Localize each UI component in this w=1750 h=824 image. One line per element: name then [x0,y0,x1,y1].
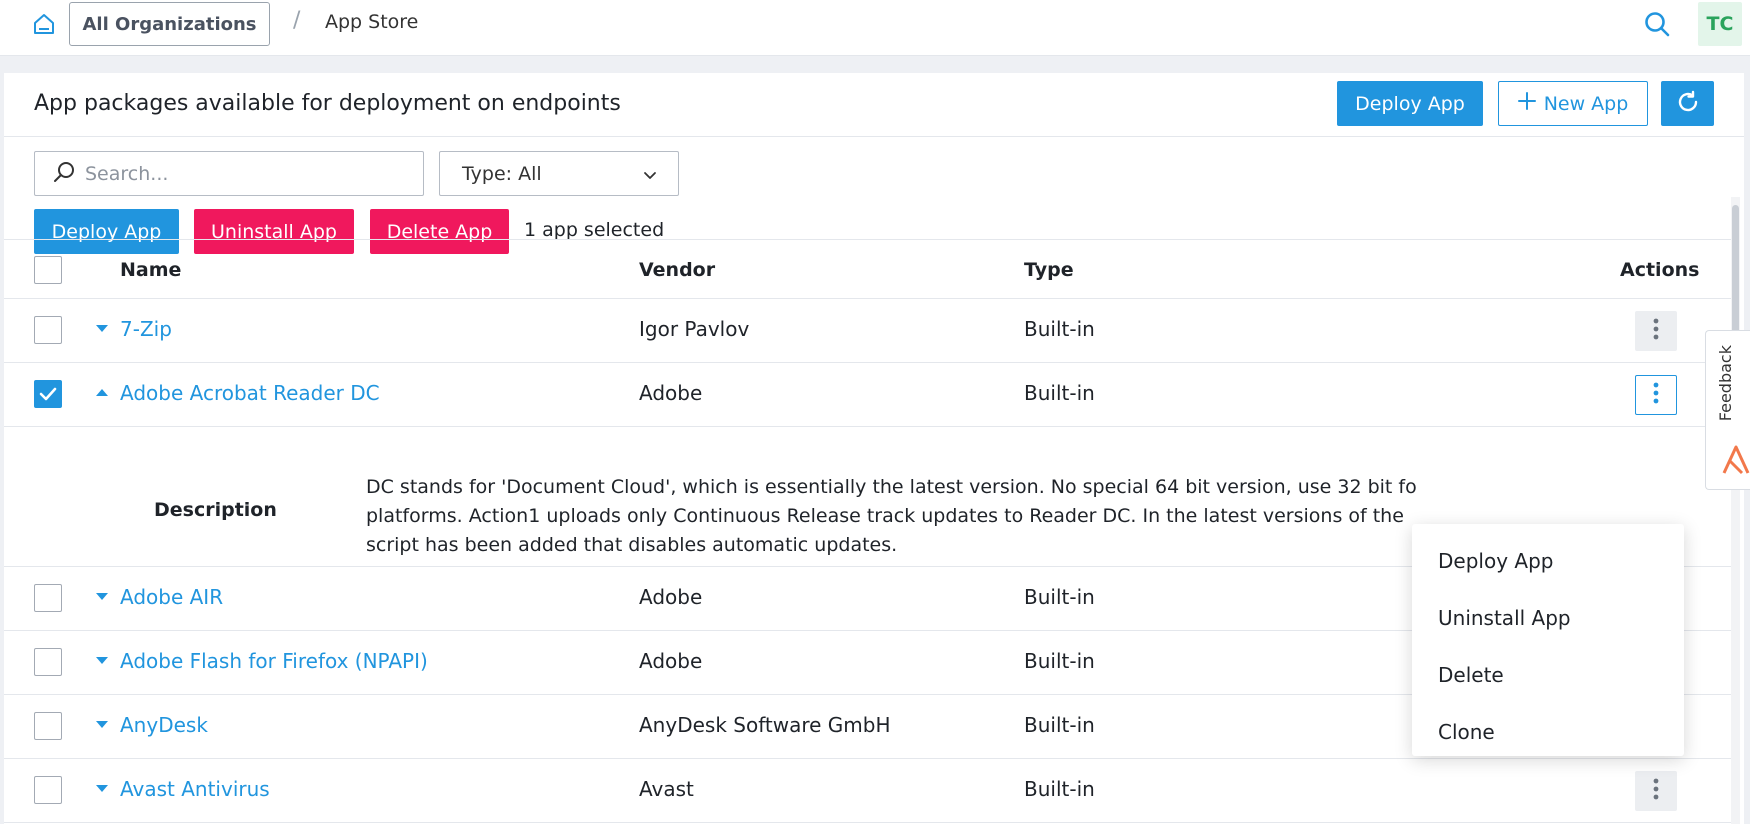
top-bar: All Organizations / App Store TC [0,0,1750,56]
table-row[interactable]: 7-Zip Igor Pavlov Built-in [4,299,1732,363]
app-type: Built-in [1024,381,1095,405]
panel-header: App packages available for deployment on… [4,73,1744,137]
feedback-tab[interactable]: Feedback [1705,330,1750,490]
deploy-app-button[interactable]: Deploy App [1337,81,1483,126]
user-avatar[interactable]: TC [1698,2,1742,46]
app-store-panel: App packages available for deployment on… [4,73,1744,824]
menu-item-delete[interactable]: Delete [1412,646,1684,703]
expand-caret-icon[interactable] [96,593,108,600]
kebab-menu-icon [1653,778,1659,804]
breadcrumb-separator: / [293,8,301,33]
app-vendor: Adobe [639,585,703,609]
row-actions-button[interactable] [1635,311,1677,351]
row-actions-button[interactable] [1635,771,1677,811]
description-line: DC stands for 'Document Cloud', which is… [366,476,1417,498]
app-type: Built-in [1024,777,1095,801]
menu-item-deploy-app[interactable]: Deploy App [1412,532,1684,589]
app-name-link[interactable]: AnyDesk [120,713,208,737]
app-name-link[interactable]: Adobe Flash for Firefox (NPAPI) [120,649,428,673]
bulk-delete-app-button[interactable]: Delete App [370,209,509,254]
refresh-icon [1676,90,1700,118]
app-name-link[interactable]: 7-Zip [120,317,172,341]
plus-icon [1517,92,1536,115]
chevron-down-icon [642,166,658,188]
page-title: App packages available for deployment on… [34,91,621,116]
column-header-name[interactable]: Name [120,259,181,281]
row-checkbox[interactable] [34,316,62,344]
app-type: Built-in [1024,713,1095,737]
kebab-menu-icon [1653,382,1659,408]
row-checkbox[interactable] [34,712,62,740]
type-filter-select[interactable]: Type: All [439,151,679,196]
all-organizations-button[interactable]: All Organizations [69,2,270,46]
column-header-actions: Actions [1620,259,1700,281]
row-actions-menu: Deploy App Uninstall App Delete Clone [1412,524,1684,756]
home-icon[interactable] [32,12,56,36]
table-row[interactable]: Avast Antivirus Avast Built-in [4,759,1732,823]
description-label: Description [154,499,277,521]
expand-caret-icon[interactable] [96,325,108,332]
new-app-button[interactable]: New App [1498,81,1648,126]
row-actions-button-active[interactable] [1635,375,1677,415]
app-vendor: Avast [639,777,694,801]
feedback-logo-icon [1720,443,1750,479]
app-vendor: Igor Pavlov [639,317,750,341]
expand-caret-icon[interactable] [96,657,108,664]
app-vendor: AnyDesk Software GmbH [639,713,891,737]
app-name-link[interactable]: Avast Antivirus [120,777,270,801]
row-checkbox-checked[interactable] [34,380,62,408]
menu-item-uninstall-app[interactable]: Uninstall App [1412,589,1684,646]
search-input[interactable] [85,162,405,185]
expand-caret-icon[interactable] [96,785,108,792]
collapse-caret-icon[interactable] [96,389,108,396]
app-type: Built-in [1024,649,1095,673]
search-field[interactable] [34,151,424,196]
column-header-type[interactable]: Type [1024,259,1074,281]
table-row-selected[interactable]: Adobe Acrobat Reader DC Adobe Built-in [4,363,1732,427]
new-app-label: New App [1543,92,1629,115]
type-filter-label: Type: All [462,162,542,185]
breadcrumb-current-page: App Store [325,11,419,33]
bulk-uninstall-app-button[interactable]: Uninstall App [194,209,354,254]
selected-count: 1 app selected [524,219,665,241]
row-checkbox[interactable] [34,584,62,612]
row-checkbox[interactable] [34,776,62,804]
app-type: Built-in [1024,585,1095,609]
column-header-vendor[interactable]: Vendor [639,259,715,281]
app-name-link[interactable]: Adobe AIR [120,585,223,609]
bulk-deploy-app-button[interactable]: Deploy App [34,209,179,254]
app-type: Built-in [1024,317,1095,341]
table-top-divider [4,239,1732,240]
menu-item-clone[interactable]: Clone [1412,703,1684,760]
feedback-label: Feedback [1716,345,1735,422]
app-name-link[interactable]: Adobe Acrobat Reader DC [120,381,380,405]
search-icon[interactable] [1643,10,1671,38]
kebab-menu-icon [1653,318,1659,344]
expand-caret-icon[interactable] [96,721,108,728]
select-all-checkbox[interactable] [34,256,62,284]
refresh-button[interactable] [1661,81,1714,126]
vertical-scrollbar[interactable] [1731,197,1740,824]
app-vendor: Adobe [639,381,703,405]
app-vendor: Adobe [639,649,703,673]
row-checkbox[interactable] [34,648,62,676]
magnifier-icon [53,161,75,187]
